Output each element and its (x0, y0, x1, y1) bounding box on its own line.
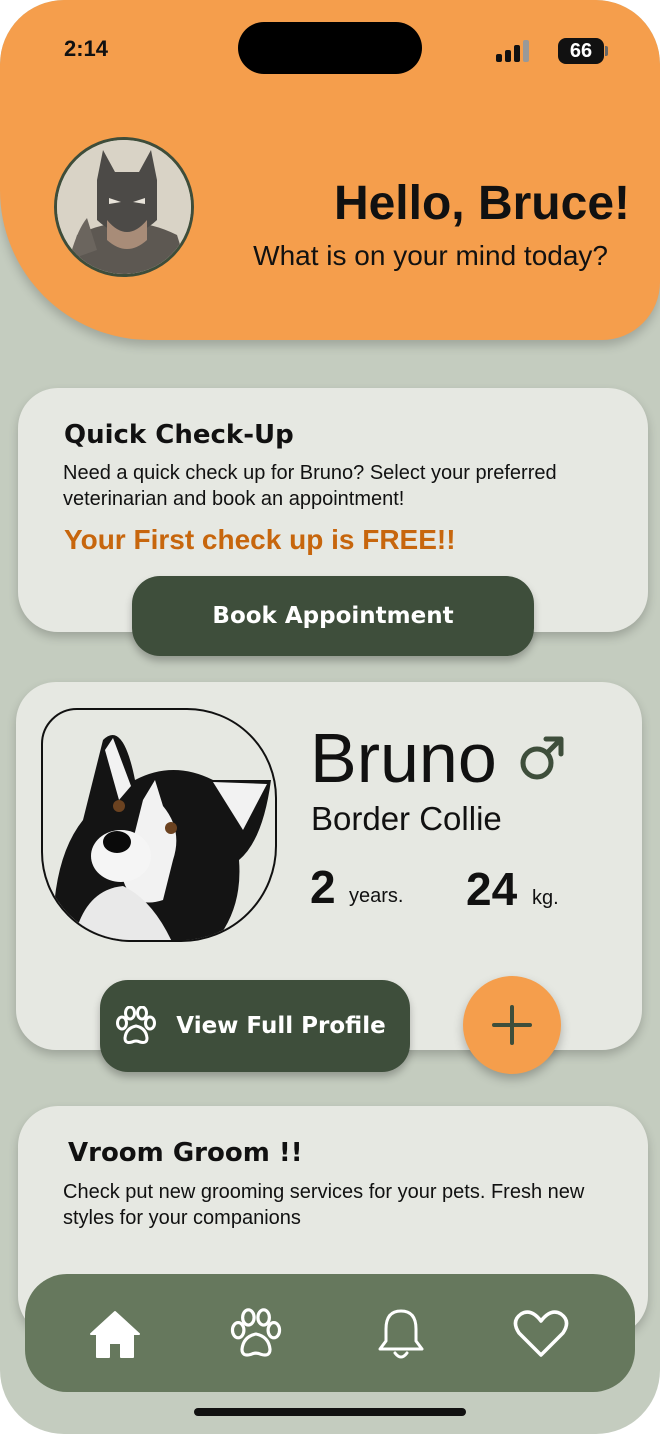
bell-icon (378, 1309, 424, 1359)
book-appointment-button[interactable]: Book Appointment (132, 576, 534, 656)
greeting-title: Hello, Bruce! (333, 177, 630, 230)
pet-age-unit: years. (349, 885, 404, 907)
status-time: 2:14 (64, 36, 109, 61)
plus-icon (492, 1005, 532, 1045)
pet-age-value: 2 (310, 861, 336, 913)
paw-icon (230, 1308, 282, 1357)
pet-weight-unit: kg. (532, 887, 559, 909)
app-screen: 2:14 66 Hello, Bruce! What is on your mi… (0, 0, 660, 1434)
battery-icon: 66 (558, 38, 604, 64)
view-full-profile-label: View Full Profile (176, 1013, 386, 1039)
avatar-image (57, 140, 191, 274)
male-icon (520, 736, 564, 780)
battery-cap (605, 46, 608, 56)
nav-pets[interactable] (226, 1304, 286, 1364)
dog-image (52, 735, 271, 940)
book-appointment-label: Book Appointment (212, 603, 454, 629)
promo-text: Your First check up is FREE!! (64, 524, 456, 555)
pet-breed: Border Collie (311, 800, 502, 837)
pet-name: Bruno (310, 719, 497, 797)
user-avatar[interactable] (54, 137, 194, 277)
nav-favorites[interactable] (511, 1304, 571, 1364)
nav-home[interactable] (85, 1304, 145, 1364)
view-full-profile-button[interactable]: View Full Profile (100, 980, 410, 1072)
checkup-title: Quick Check-Up (64, 420, 294, 450)
home-icon (90, 1311, 140, 1358)
greeting-subtitle: What is on your mind today? (253, 240, 608, 271)
paw-icon (116, 1006, 157, 1044)
pet-weight-value: 24 (466, 863, 518, 915)
checkup-description: Need a quick check up for Bruno? Select … (63, 462, 557, 510)
home-indicator[interactable] (194, 1408, 466, 1416)
groom-description: Check put new grooming services for your… (63, 1181, 585, 1229)
bottom-nav (25, 1274, 635, 1392)
signal-icon (496, 40, 532, 62)
add-button[interactable] (463, 976, 561, 1074)
groom-title: Vroom Groom !! (68, 1138, 303, 1168)
dynamic-island (238, 22, 422, 74)
heart-icon (513, 1310, 569, 1357)
pet-photo[interactable] (41, 708, 277, 942)
nav-notifications[interactable] (371, 1304, 431, 1364)
